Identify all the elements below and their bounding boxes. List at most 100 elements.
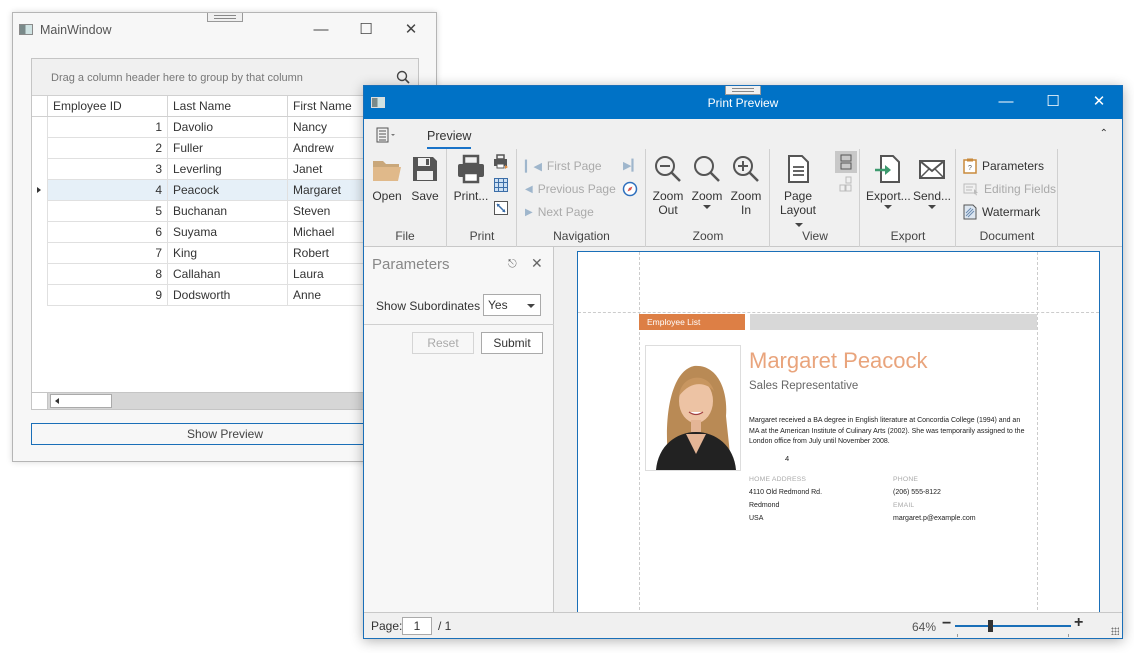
close-button[interactable]: ✕ xyxy=(1079,91,1119,113)
zoom-in-icon[interactable]: + xyxy=(1074,614,1083,632)
next-page-button[interactable]: ▶ Next Page xyxy=(525,202,594,222)
parameters-panel-title: Parameters xyxy=(372,256,450,273)
grid-header: Employee ID Last Name First Name xyxy=(32,96,418,117)
column-header-employee-id[interactable]: Employee ID xyxy=(48,96,168,116)
zoom-in-button[interactable]: Zoom In xyxy=(728,153,764,217)
slider-tick xyxy=(1068,634,1069,637)
previous-page-button[interactable]: ◀ Previous Page xyxy=(525,179,616,199)
table-row-selected[interactable]: 4 Peacock Margaret xyxy=(32,180,418,201)
table-row[interactable]: 8 Callahan Laura xyxy=(32,264,418,285)
close-button[interactable]: ✕ xyxy=(391,19,431,41)
report-header-bar xyxy=(750,314,1037,330)
group-panel[interactable]: Drag a column header here to group by th… xyxy=(32,59,418,96)
cell-employee-id[interactable]: 4 xyxy=(48,180,168,201)
indicator-header xyxy=(32,96,48,116)
cell-last-name[interactable]: Callahan xyxy=(168,264,288,285)
show-subordinates-label: Show Subordinates xyxy=(376,299,481,313)
cell-employee-id[interactable]: 9 xyxy=(48,285,168,306)
scale-icon[interactable] xyxy=(493,200,509,216)
watermark-button[interactable]: Watermark xyxy=(963,202,1040,222)
close-panel-icon[interactable]: ✕ xyxy=(531,255,543,272)
show-preview-button[interactable]: Show Preview xyxy=(31,423,419,445)
search-icon[interactable] xyxy=(396,70,410,84)
zoom-out-button[interactable]: Zoom Out xyxy=(650,153,686,217)
reset-button[interactable]: Reset xyxy=(412,332,474,354)
scrollbar-thumb[interactable] xyxy=(50,394,112,408)
export-button[interactable]: Export... xyxy=(866,153,911,209)
cell-employee-id[interactable]: 1 xyxy=(48,117,168,138)
cell-last-name[interactable]: Fuller xyxy=(168,138,288,159)
cell-employee-id[interactable]: 3 xyxy=(48,159,168,180)
print-button[interactable]: Print... xyxy=(453,153,489,203)
application-menu-icon[interactable] xyxy=(376,127,398,143)
zoom-slider-thumb[interactable] xyxy=(987,620,993,632)
tab-preview[interactable]: Preview xyxy=(427,129,472,149)
grid-body: 1 Davolio Nancy 2 Fuller Andrew 3 Leverl… xyxy=(32,117,418,306)
cell-last-name[interactable]: Suyama xyxy=(168,222,288,243)
submit-button[interactable]: Submit xyxy=(481,332,543,354)
ribbon-group-file: Open Save File xyxy=(364,149,447,247)
cell-employee-id[interactable]: 6 xyxy=(48,222,168,243)
table-row[interactable]: 3 Leverling Janet xyxy=(32,159,418,180)
parameters-label: Parameters xyxy=(982,159,1045,173)
document-viewer[interactable]: Employee List Margaret Peacock Sales Rep… xyxy=(555,247,1122,613)
table-row[interactable]: 5 Buchanan Steven xyxy=(32,201,418,222)
cell-last-name[interactable]: Buchanan xyxy=(168,201,288,222)
multi-page-icon[interactable] xyxy=(838,176,854,192)
employee-bio: Margaret received a BA degree in English… xyxy=(749,417,1025,445)
window-grip[interactable] xyxy=(725,86,761,95)
pin-icon[interactable]: ⎋ xyxy=(508,258,517,271)
first-page-label: First Page xyxy=(546,159,602,173)
zoom-dropdown-button[interactable]: Zoom xyxy=(689,153,725,209)
horizontal-scrollbar[interactable] xyxy=(32,392,418,409)
phone-value: (206) 555-8122 xyxy=(893,489,941,496)
cell-last-name[interactable]: King xyxy=(168,243,288,264)
show-subordinates-select[interactable]: Yes xyxy=(483,294,541,316)
send-label: Send... xyxy=(912,189,952,203)
resize-grip[interactable] xyxy=(1111,627,1119,635)
cell-employee-id[interactable]: 5 xyxy=(48,201,168,222)
cell-last-name[interactable]: Leverling xyxy=(168,159,288,180)
maximize-button[interactable]: ☐ xyxy=(346,19,386,41)
page-setup-icon[interactable] xyxy=(493,177,509,193)
column-header-last-name[interactable]: Last Name xyxy=(168,96,288,116)
zoom-out-icon[interactable]: − xyxy=(942,615,951,633)
first-page-button[interactable]: ▎◀ First Page xyxy=(525,156,602,176)
cell-last-name[interactable]: Peacock xyxy=(168,180,288,201)
margin-guide-left xyxy=(639,252,640,613)
export-group-label: Export xyxy=(890,229,926,243)
collapse-ribbon-icon[interactable]: ⌃ xyxy=(1100,128,1108,139)
row-indicator xyxy=(32,117,48,138)
save-button[interactable]: Save xyxy=(409,153,441,203)
open-button[interactable]: Open xyxy=(370,153,404,203)
minimize-button[interactable]: — xyxy=(301,19,341,41)
editing-fields-button[interactable]: Editing Fields xyxy=(963,179,1056,199)
table-row[interactable]: 2 Fuller Andrew xyxy=(32,138,418,159)
table-row[interactable]: 1 Davolio Nancy xyxy=(32,117,418,138)
cell-last-name[interactable]: Davolio xyxy=(168,117,288,138)
cell-employee-id[interactable]: 8 xyxy=(48,264,168,285)
page-layout-label: Page Layout xyxy=(779,189,817,217)
zoom-group-label: Zoom xyxy=(692,229,724,243)
maximize-button[interactable]: ☐ xyxy=(1033,91,1073,113)
navigation-compass-icon[interactable] xyxy=(622,181,638,197)
table-row[interactable]: 9 Dodsworth Anne xyxy=(32,285,418,306)
cell-employee-id[interactable]: 2 xyxy=(48,138,168,159)
table-row[interactable]: 7 King Robert xyxy=(32,243,418,264)
printer-icon xyxy=(458,154,484,184)
page-layout-button[interactable]: Page Layout xyxy=(772,153,824,231)
send-button[interactable]: Send... xyxy=(912,153,952,209)
cell-employee-id[interactable]: 7 xyxy=(48,243,168,264)
cell-last-name[interactable]: Dodsworth xyxy=(168,285,288,306)
zoom-in-label: Zoom In xyxy=(730,189,762,217)
parameters-button[interactable]: ? Parameters xyxy=(963,156,1044,176)
minimize-button[interactable]: — xyxy=(986,91,1026,113)
table-row[interactable]: 6 Suyama Michael xyxy=(32,222,418,243)
last-page-icon[interactable]: ▶▎ xyxy=(623,159,640,172)
page-number-input[interactable]: 1 xyxy=(402,617,432,635)
quick-print-icon[interactable] xyxy=(493,154,509,170)
single-page-view-button[interactable] xyxy=(835,151,857,173)
zoom-slider[interactable] xyxy=(955,620,1071,632)
chevron-down-icon xyxy=(527,304,535,308)
zoom-out-icon xyxy=(655,156,681,182)
